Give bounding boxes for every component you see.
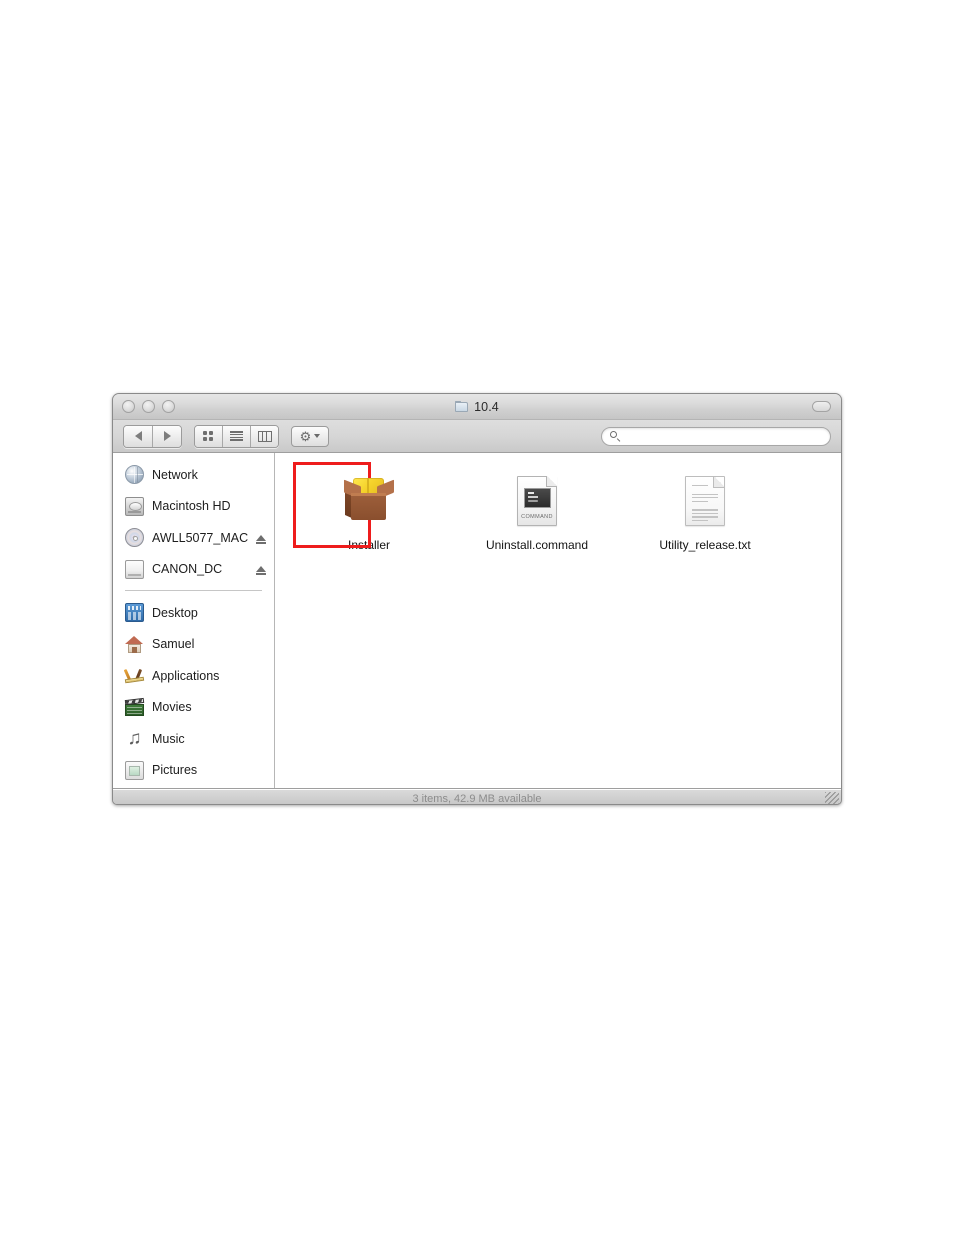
close-button[interactable] <box>122 400 135 413</box>
navigation-buttons <box>123 424 182 448</box>
applications-icon <box>123 666 145 685</box>
sidebar-item-canon-dc[interactable]: CANON_DC <box>113 554 274 586</box>
sidebar-item-label: Pictures <box>152 763 198 778</box>
chevron-right-icon <box>163 431 171 441</box>
package-box-icon <box>341 473 397 529</box>
optical-disc-icon <box>125 528 144 548</box>
file-item-utility-release-txt[interactable]: Utility_release.txt <box>621 467 789 552</box>
sidebar-divider <box>125 590 262 591</box>
action-menu-button[interactable]: ⚙ <box>291 425 329 447</box>
zoom-button[interactable] <box>162 400 175 413</box>
sidebar-item-network[interactable]: Network <box>113 459 274 491</box>
sidebar-item-desktop[interactable]: Desktop <box>113 597 274 629</box>
chevron-down-icon <box>314 434 321 438</box>
command-badge-label: COMMAND <box>521 514 553 520</box>
search-input[interactable] <box>625 429 822 443</box>
window-title-group: 10.4 <box>113 400 841 414</box>
columns-icon <box>257 430 272 442</box>
window-toolbar: ⚙ <box>113 420 841 453</box>
sidebar: Network Macintosh HD AWLL5077_MAC CANON_… <box>113 453 275 788</box>
pictures-frame-icon <box>125 760 144 780</box>
sidebar-item-label: Movies <box>152 700 192 715</box>
status-bar: 3 items, 42.9 MB available <box>113 789 841 805</box>
gear-icon: ⚙ <box>299 428 312 444</box>
sidebar-item-label: Desktop <box>152 605 198 620</box>
text-document-icon <box>677 473 733 529</box>
external-drive-icon <box>125 559 144 579</box>
desktop-icon <box>125 603 144 623</box>
sidebar-item-label: Samuel <box>152 637 195 652</box>
search-icon <box>610 430 621 442</box>
sidebar-item-pictures[interactable]: Pictures <box>113 755 274 787</box>
view-mode-buttons <box>194 424 279 448</box>
resize-grip[interactable] <box>825 792 839 804</box>
eject-icon[interactable] <box>256 534 266 544</box>
sidebar-item-awll5077-mac[interactable]: AWLL5077_MAC <box>113 522 274 554</box>
status-text: 3 items, 42.9 MB available <box>412 792 542 805</box>
window-body: Network Macintosh HD AWLL5077_MAC CANON_… <box>113 453 841 789</box>
sidebar-item-label: Macintosh HD <box>152 499 231 514</box>
view-column-button[interactable] <box>251 425 278 447</box>
folder-icon <box>455 400 469 413</box>
window-title: 10.4 <box>474 399 499 414</box>
hard-disk-icon <box>125 496 144 516</box>
home-icon <box>125 635 144 654</box>
forward-button[interactable] <box>153 425 181 447</box>
sidebar-item-samuel[interactable]: Samuel <box>113 629 274 661</box>
traffic-light-group <box>122 400 175 413</box>
finder-window: 10.4 ⚙ Network Macintosh HD AWLL5077_MAC… <box>112 393 842 805</box>
file-item-uninstall-command[interactable]: COMMAND Uninstall.command <box>453 467 621 552</box>
file-content-area[interactable]: Installer COMMAND Uninstall.command Util… <box>275 453 841 788</box>
sidebar-item-movies[interactable]: Movies <box>113 692 274 724</box>
sidebar-item-music[interactable]: ♫ Music <box>113 723 274 755</box>
view-list-button[interactable] <box>223 425 251 447</box>
network-globe-icon <box>125 465 144 485</box>
search-field[interactable] <box>601 426 831 446</box>
command-script-icon: COMMAND <box>509 473 565 529</box>
back-button[interactable] <box>124 425 153 447</box>
file-label: Uninstall.command <box>485 538 589 552</box>
sidebar-item-applications[interactable]: Applications <box>113 660 274 692</box>
toolbar-toggle-button[interactable] <box>812 401 831 412</box>
sidebar-item-label: Applications <box>152 668 220 683</box>
grid-icon <box>203 430 214 442</box>
icon-grid: Installer COMMAND Uninstall.command Util… <box>275 462 841 552</box>
file-label: Utility_release.txt <box>659 538 751 552</box>
sidebar-item-label: Network <box>152 467 198 482</box>
file-item-installer[interactable]: Installer <box>285 462 453 552</box>
list-icon <box>230 431 243 441</box>
minimize-button[interactable] <box>142 400 155 413</box>
sidebar-item-label: CANON_DC <box>152 562 223 577</box>
view-icon-button[interactable] <box>195 425 223 447</box>
sidebar-item-label: Music <box>152 731 185 746</box>
chevron-left-icon <box>134 431 142 441</box>
music-note-icon: ♫ <box>127 728 142 750</box>
sidebar-item-label: AWLL5077_MAC <box>152 530 248 545</box>
window-titlebar[interactable]: 10.4 <box>113 394 841 420</box>
eject-icon[interactable] <box>256 566 266 576</box>
movies-clapper-icon <box>124 697 145 717</box>
sidebar-item-macintosh-hd[interactable]: Macintosh HD <box>113 491 274 523</box>
